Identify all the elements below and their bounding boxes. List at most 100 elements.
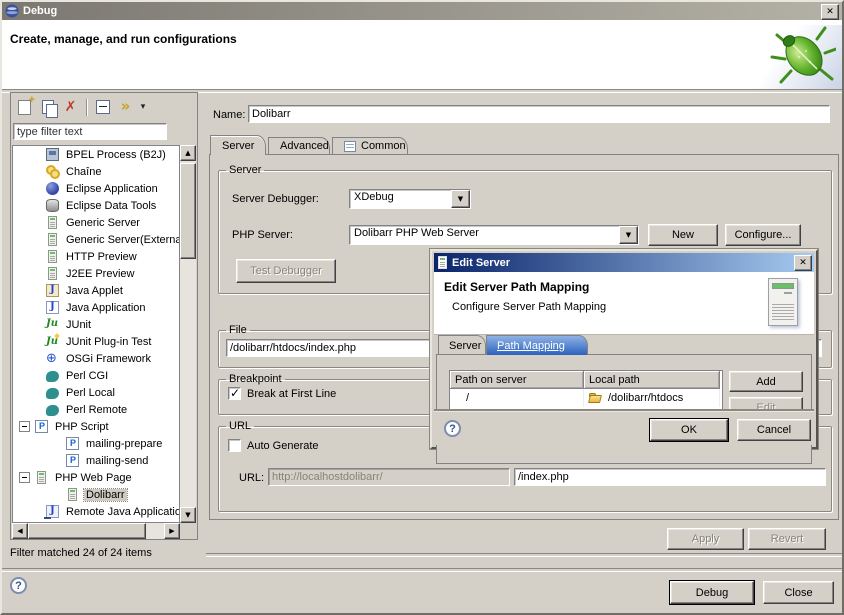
- tree-item-label: J2EE Preview: [64, 268, 136, 280]
- tree-item-label: Java Application: [64, 302, 148, 314]
- dialog-tab-server[interactable]: Server: [438, 335, 486, 355]
- tree-item-label: HTTP Preview: [64, 251, 139, 263]
- php-server-value: Dolibarr PHP Web Server: [350, 226, 619, 244]
- tree-item[interactable]: Remote Java Application: [13, 503, 179, 520]
- new-server-button[interactable]: New: [648, 224, 718, 246]
- window-title: Debug: [23, 5, 57, 17]
- horizontal-scroll-thumb[interactable]: [28, 523, 146, 539]
- auto-generate-checkbox[interactable]: [228, 439, 241, 452]
- tree-item[interactable]: Perl CGI: [13, 367, 179, 384]
- tree-vertical-scrollbar[interactable]: [180, 145, 196, 523]
- tree-item-label: BPEL Process (B2J): [64, 149, 168, 161]
- new-config-icon[interactable]: [13, 97, 36, 118]
- window-titlebar[interactable]: Debug: [2, 2, 842, 20]
- tree-item[interactable]: HTTP Preview: [13, 248, 179, 265]
- combo-arrow-icon[interactable]: [619, 226, 638, 244]
- tab-common[interactable]: Common: [332, 137, 408, 154]
- tree-item[interactable]: Generic Server(External La: [13, 231, 179, 248]
- button-label: Add: [756, 376, 776, 388]
- column-header[interactable]: Local path: [584, 371, 720, 389]
- server-icon: [48, 267, 57, 280]
- column-header[interactable]: Path on server: [450, 371, 584, 389]
- tree-item[interactable]: Perl Remote: [13, 401, 179, 418]
- filter-input[interactable]: [13, 123, 167, 140]
- dialog-tab-path-mapping[interactable]: Path Mapping: [486, 335, 588, 355]
- configurations-tree-wrap: BPEL Process (B2J) Chaîne Eclipse Applic…: [12, 145, 196, 539]
- tab-label: Advanced: [280, 140, 329, 152]
- button-label: Configure...: [735, 229, 792, 241]
- debug-button[interactable]: Debug: [670, 581, 754, 604]
- tree-item-label: Generic Server: [64, 217, 142, 229]
- tree-item[interactable]: Chaîne: [13, 163, 179, 180]
- configure-server-button[interactable]: Configure...: [725, 224, 801, 246]
- tree-item[interactable]: Eclipse Data Tools: [13, 197, 179, 214]
- php-server-label: PHP Server:: [232, 229, 293, 241]
- tree-item-label: PHP Web Page: [53, 472, 134, 484]
- name-input[interactable]: [248, 105, 830, 123]
- combo-arrow-icon[interactable]: [451, 190, 470, 208]
- bpel-process-icon: [46, 148, 59, 161]
- add-mapping-button[interactable]: Add: [729, 371, 803, 392]
- ok-button[interactable]: OK: [650, 419, 728, 441]
- tree-item[interactable]: Eclipse Application: [13, 180, 179, 197]
- tree-item[interactable]: Java Application: [13, 299, 179, 316]
- duplicate-config-icon[interactable]: [36, 97, 59, 118]
- collapse-toggle[interactable]: [19, 472, 30, 483]
- tree-item[interactable]: Perl Local: [13, 384, 179, 401]
- table-icon: [344, 141, 356, 152]
- tree-item[interactable]: mailing-prepare: [13, 435, 179, 452]
- php-server-combo[interactable]: Dolibarr PHP Web Server: [349, 225, 639, 245]
- tree-item[interactable]: PHP Web Page: [13, 469, 179, 486]
- server-icon: [68, 488, 77, 501]
- tree-horizontal-scrollbar[interactable]: [12, 523, 180, 539]
- tree-item[interactable]: Generic Server: [13, 214, 179, 231]
- dialog-titlebar[interactable]: Edit Server: [434, 253, 814, 272]
- cancel-button[interactable]: Cancel: [737, 419, 811, 441]
- tree-item[interactable]: BPEL Process (B2J): [13, 146, 179, 163]
- vertical-scroll-thumb[interactable]: [180, 163, 196, 259]
- tree-item[interactable]: mailing-send: [13, 452, 179, 469]
- scroll-right-button[interactable]: [164, 523, 180, 539]
- collapse-toggle[interactable]: [19, 421, 30, 432]
- menu-arrow-icon[interactable]: [137, 97, 149, 118]
- dialog-help-icon[interactable]: [444, 420, 461, 437]
- break-first-line-checkbox[interactable]: [228, 387, 241, 400]
- tree-item[interactable]: JUnit Plug-in Test: [13, 333, 179, 350]
- scroll-down-button[interactable]: [180, 507, 196, 523]
- perl-icon: [46, 371, 59, 382]
- filter-icon[interactable]: [114, 97, 137, 118]
- toolbar-separator: [86, 99, 87, 116]
- tree-item-label: OSGi Framework: [64, 353, 153, 365]
- tree-item-label: PHP Script: [53, 421, 111, 433]
- collapse-all-icon[interactable]: [91, 97, 114, 118]
- base-url-input: [268, 468, 510, 486]
- revert-button[interactable]: Revert: [748, 528, 826, 550]
- server-debugger-value: XDebug: [350, 190, 451, 208]
- scroll-up-button[interactable]: [180, 145, 196, 161]
- url-path-input[interactable]: [514, 468, 826, 486]
- tab-server[interactable]: Server: [210, 135, 266, 155]
- tree-item[interactable]: J2EE Preview: [13, 265, 179, 282]
- tree-item[interactable]: Java Applet: [13, 282, 179, 299]
- apply-button[interactable]: Apply: [667, 528, 744, 550]
- delete-config-icon[interactable]: [59, 97, 82, 118]
- scroll-left-button[interactable]: [12, 523, 28, 539]
- help-icon[interactable]: [10, 577, 27, 594]
- tree-item[interactable]: PHP Script: [13, 418, 179, 435]
- button-label: Test Debugger: [250, 265, 322, 277]
- tab-label: Path Mapping: [497, 340, 565, 352]
- window-close-button[interactable]: [821, 4, 839, 20]
- header-banner: Create, manage, and run configurations: [2, 20, 842, 89]
- edit-server-dialog: Edit Server Edit Server Path Mapping Con…: [430, 249, 818, 449]
- chain-icon: [46, 165, 59, 178]
- server-tower-icon: [768, 278, 798, 326]
- table-row[interactable]: / /dolibarr/htdocs: [450, 389, 722, 407]
- dialog-close-button[interactable]: [794, 255, 812, 271]
- tree-item[interactable]: OSGi Framework: [13, 350, 179, 367]
- tab-advanced[interactable]: Advanced: [268, 137, 330, 154]
- server-debugger-combo[interactable]: XDebug: [349, 189, 471, 209]
- tree-item[interactable]: JUnit: [13, 316, 179, 333]
- close-button[interactable]: Close: [763, 581, 834, 604]
- test-debugger-button[interactable]: Test Debugger: [236, 259, 336, 283]
- tree-item-selected[interactable]: Dolibarr: [13, 486, 179, 503]
